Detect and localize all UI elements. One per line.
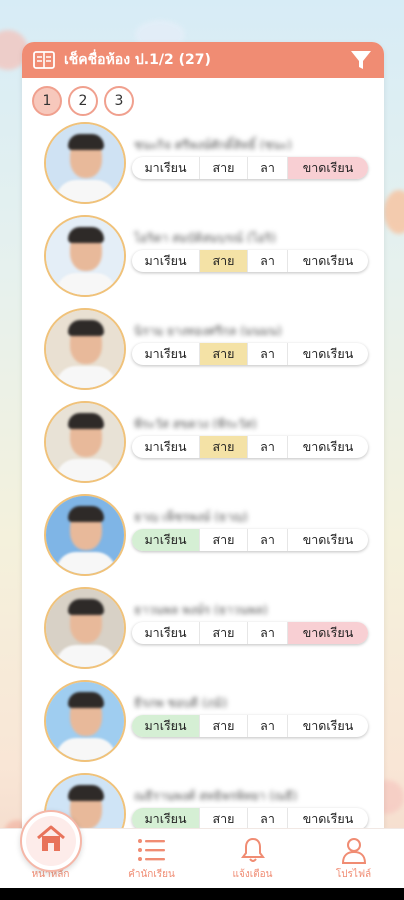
tab-label: แจ้งเตือน (232, 869, 273, 880)
student-row: ธาญ เพ็ชรพงษ์ (ธาญ) มาเรียน สาย ลา ขาดเรียน (22, 492, 384, 585)
tab-label: โปรไฟล์ (335, 869, 372, 880)
student-photo (44, 494, 126, 576)
status-option-late[interactable]: สาย (200, 157, 248, 179)
student-row: ธีรภพ ชอบดี (ภูมิ) มาเรียน สาย ลา ขาดเรียน (22, 678, 384, 771)
status-option-present[interactable]: มาเรียน (132, 622, 200, 644)
status-option-present[interactable]: มาเรียน (132, 529, 200, 551)
page-button-3[interactable]: 3 (104, 86, 134, 116)
status-option-present[interactable]: มาเรียน (132, 808, 200, 830)
status-option-leave[interactable]: ลา (248, 157, 288, 179)
decor-blob (384, 190, 404, 234)
student-name: ธีรภพ ชอบดี (ภูมิ) (134, 696, 228, 708)
status-option-absent[interactable]: ขาดเรียน (288, 436, 368, 458)
status-option-leave[interactable]: ลา (248, 622, 288, 644)
card-header: เช็คชื่อห้อง ป.1/2 (27) (22, 42, 384, 78)
student-photo (44, 308, 126, 390)
status-option-leave[interactable]: ลา (248, 250, 288, 272)
student-name: ธาวนพล พงษ์ร (ธาวนพล) (134, 603, 268, 615)
attendance-card: เช็คชื่อห้อง ป.1/2 (27) 1 2 3 ชนะกิจ ศรี… (22, 42, 384, 842)
status-option-absent[interactable]: ขาดเรียน (288, 157, 368, 179)
attendance-toggle: มาเรียน สาย ลา ขาดเรียน (132, 157, 368, 179)
status-option-late[interactable]: สาย (200, 808, 248, 830)
attendance-toggle: มาเรียน สาย ลา ขาดเรียน (132, 622, 368, 644)
home-button[interactable] (20, 810, 82, 872)
status-option-absent[interactable]: ขาดเรียน (288, 250, 368, 272)
student-photo (44, 215, 126, 297)
student-photo (44, 680, 126, 762)
status-option-absent[interactable]: ขาดเรียน (288, 343, 368, 365)
filter-icon[interactable] (348, 47, 374, 73)
bell-icon (238, 835, 268, 865)
status-option-late[interactable]: สาย (200, 715, 248, 737)
status-option-leave[interactable]: ลา (248, 436, 288, 458)
student-list: ชนะกิจ ศรีพงษ์ศักดิ์สิทธิ์ (ชนะ) มาเรียนส… (22, 120, 384, 842)
status-option-leave[interactable]: ลา (248, 529, 288, 551)
status-option-present[interactable]: มาเรียน (132, 157, 200, 179)
tab-notifications[interactable]: แจ้งเตือน (202, 829, 303, 888)
status-option-present[interactable]: มาเรียน (132, 343, 200, 365)
status-option-late[interactable]: สาย (200, 250, 248, 272)
page-button-1[interactable]: 1 (32, 86, 62, 116)
student-name: นิรามุ ยางทองศรีกุล (มนมน) (134, 324, 282, 336)
status-option-late[interactable]: สาย (200, 529, 248, 551)
attendance-toggle: มาเรียน สาย ลา ขาดเรียน (132, 250, 368, 272)
student-row: ไอริดา สมบัติสมบูรณ์ (ไอริ) มาเรียน สาย ลาข… (22, 213, 384, 306)
tab-students[interactable]: คำนักเรียน (101, 829, 202, 888)
status-option-absent[interactable]: ขาดเรียน (288, 715, 368, 737)
book-icon (32, 48, 56, 72)
student-photo (44, 122, 126, 204)
attendance-toggle: มาเรียน สาย ลา ขาดเรียน (132, 529, 368, 551)
student-name: ไอริดา สมบัติสมบูรณ์ (ไอริ) (134, 231, 276, 243)
student-name: พีระวัส สุขดวง (พีระวัส) (134, 417, 257, 429)
attendance-toggle: มาเรียน สาย ลา ขาดเรียน (132, 715, 368, 737)
student-photo (44, 401, 126, 483)
status-option-leave[interactable]: ลา (248, 343, 288, 365)
student-row: ชนะกิจ ศรีพงษ์ศักดิ์สิทธิ์ (ชนะ) มาเรียนส… (22, 120, 384, 213)
status-option-present[interactable]: มาเรียน (132, 436, 200, 458)
student-row: พีระวัส สุขดวง (พีระวัส) มาเรียน สาย ลา ขาดเ… (22, 399, 384, 492)
attendance-toggle: มาเรียน สาย ลา ขาดเรียน (132, 343, 368, 365)
tab-profile[interactable]: โปรไฟล์ (303, 829, 404, 888)
list-icon (137, 835, 167, 865)
student-row: นิรามุ ยางทองศรีกุล (มนมน) มาเรียน สาย ลา ขา… (22, 306, 384, 399)
status-option-leave[interactable]: ลา (248, 808, 288, 830)
student-row: ธาวนพล พงษ์ร (ธาวนพล) มาเรียน สาย ลา ขาดเรีย… (22, 585, 384, 678)
page-button-2[interactable]: 2 (68, 86, 98, 116)
student-name: ธาญ เพ็ชรพงษ์ (ธาญ) (134, 510, 248, 522)
status-option-late[interactable]: สาย (200, 436, 248, 458)
status-option-late[interactable]: สาย (200, 343, 248, 365)
status-option-present[interactable]: มาเรียน (132, 250, 200, 272)
page-title: เช็คชื่อห้อง ป.1/2 (27) (64, 52, 211, 68)
status-option-absent[interactable]: ขาดเรียน (288, 622, 368, 644)
status-option-late[interactable]: สาย (200, 622, 248, 644)
attendance-toggle: มาเรียน สาย ลา ขาดเรียน (132, 808, 368, 830)
home-icon (35, 824, 67, 858)
tab-label: คำนักเรียน (128, 869, 175, 880)
status-option-leave[interactable]: ลา (248, 715, 288, 737)
student-name: ณธีรานุพงศ์ สุทธิพรพิทยา (ณธี) (134, 789, 298, 801)
system-nav-bar (0, 888, 404, 900)
student-photo (44, 587, 126, 669)
status-option-present[interactable]: มาเรียน (132, 715, 200, 737)
status-option-absent[interactable]: ขาดเรียน (288, 808, 368, 830)
student-name: ชนะกิจ ศรีพงษ์ศักดิ์สิทธิ์ (ชนะ) (134, 138, 292, 150)
status-option-absent[interactable]: ขาดเรียน (288, 529, 368, 551)
attendance-toggle: มาเรียน สาย ลา ขาดเรียน (132, 436, 368, 458)
pagination: 1 2 3 (22, 78, 384, 120)
user-icon (339, 835, 369, 865)
